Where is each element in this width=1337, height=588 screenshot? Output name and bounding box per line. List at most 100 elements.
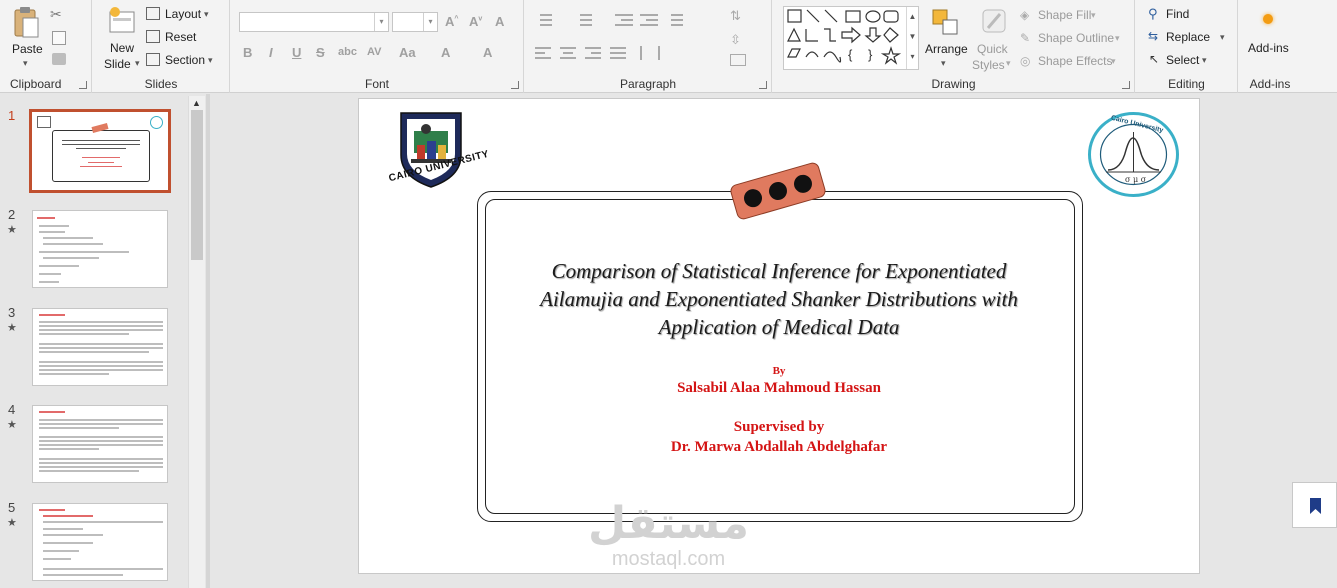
- arrange-button[interactable]: Arrange: [925, 42, 968, 56]
- cut-icon[interactable]: ✂: [50, 6, 62, 23]
- paste-dropdown[interactable]: ▾: [23, 58, 28, 69]
- quick-styles-label-2[interactable]: Styles: [972, 58, 1005, 72]
- underline-button[interactable]: U: [292, 45, 301, 60]
- shape-effects-icon[interactable]: ◎: [1020, 54, 1030, 68]
- thumb-line: [39, 419, 163, 421]
- section-icon[interactable]: [146, 53, 160, 66]
- layout-button[interactable]: Layout: [165, 7, 201, 21]
- new-slide-label-2[interactable]: Slide: [104, 57, 131, 71]
- replace-dropdown[interactable]: ▾: [1220, 32, 1225, 43]
- shapes-scroll[interactable]: ▲ ▼ ▾: [906, 7, 918, 69]
- increase-font-icon[interactable]: A^: [445, 14, 458, 29]
- by-label[interactable]: By: [499, 365, 1059, 377]
- align-right-icon[interactable]: [585, 46, 601, 60]
- thumb-line: [39, 509, 65, 511]
- quick-styles-label-1[interactable]: Quick: [977, 42, 1008, 56]
- decrease-font-icon[interactable]: Av: [469, 14, 482, 29]
- new-slide-label-1[interactable]: New: [110, 41, 134, 55]
- scroll-up-arrow-icon[interactable]: ▲: [192, 98, 201, 108]
- replace-icon[interactable]: ⇆: [1148, 29, 1158, 43]
- highlight-button[interactable]: A: [441, 45, 450, 60]
- clipboard-launcher[interactable]: [79, 81, 87, 89]
- find-button[interactable]: Find: [1166, 7, 1189, 21]
- italic-button[interactable]: I: [269, 45, 273, 60]
- shape-outline-button[interactable]: Shape Outline: [1038, 31, 1114, 45]
- smartart-icon[interactable]: [730, 54, 746, 66]
- shape-fill-button[interactable]: Shape Fill: [1038, 8, 1091, 22]
- drawing-label: Drawing: [931, 77, 976, 91]
- select-button[interactable]: Select: [1166, 53, 1199, 67]
- slide-title[interactable]: Comparison of Statistical Inference for …: [499, 257, 1059, 341]
- supervisor-name[interactable]: Dr. Marwa Abdallah Abdelghafar: [499, 439, 1059, 456]
- thumbnail-slide-5[interactable]: [32, 503, 168, 581]
- align-text-icon[interactable]: ⇳: [730, 32, 741, 48]
- shape-outline-icon[interactable]: ✎: [1020, 31, 1030, 45]
- bullets-icon[interactable]: [535, 12, 553, 28]
- char-spacing-button[interactable]: AV: [367, 46, 381, 58]
- text-direction-icon[interactable]: ⇅: [730, 8, 741, 24]
- shape-effects-dropdown[interactable]: ▾: [1111, 56, 1116, 67]
- clear-format-icon[interactable]: A: [495, 14, 504, 29]
- thumb-line: [39, 343, 163, 345]
- addins-icon[interactable]: [1263, 14, 1273, 24]
- strikethrough-button[interactable]: S: [316, 45, 325, 60]
- shapes-gallery[interactable]: {} ▲ ▼ ▾: [783, 6, 919, 70]
- decrease-indent-icon[interactable]: [615, 12, 633, 28]
- shapes-gallery-icons: {}: [787, 9, 902, 65]
- new-slide-dropdown[interactable]: ▾: [135, 58, 140, 69]
- thumbnail-scrollbar[interactable]: ▲: [188, 96, 205, 588]
- section-dropdown[interactable]: ▾: [208, 55, 213, 66]
- thumb-line: [43, 243, 103, 245]
- justify-icon[interactable]: [610, 46, 626, 60]
- arrange-icon[interactable]: [931, 8, 961, 38]
- reset-icon[interactable]: [146, 30, 160, 43]
- find-icon[interactable]: ⚲: [1148, 6, 1158, 22]
- quick-styles-dropdown[interactable]: ▾: [1006, 58, 1011, 69]
- font-family-combo[interactable]: ▾: [239, 12, 389, 32]
- thumbnail-slide-3[interactable]: [32, 308, 168, 386]
- format-painter-icon[interactable]: [52, 53, 66, 65]
- font-launcher[interactable]: [511, 81, 519, 89]
- section-button[interactable]: Section: [165, 53, 205, 67]
- shape-outline-dropdown[interactable]: ▾: [1115, 33, 1120, 44]
- align-left-icon[interactable]: [535, 46, 551, 60]
- layout-dropdown[interactable]: ▾: [204, 9, 209, 20]
- columns-icon[interactable]: [640, 46, 660, 60]
- font-color-button[interactable]: A: [483, 45, 492, 60]
- copy-icon[interactable]: [52, 31, 66, 45]
- thumbnail-slide-2[interactable]: [32, 210, 168, 288]
- drawing-launcher[interactable]: [1122, 81, 1130, 89]
- author-name[interactable]: Salsabil Alaa Mahmoud Hassan: [499, 380, 1059, 397]
- addins-button[interactable]: Add-ins: [1248, 41, 1289, 55]
- reset-button[interactable]: Reset: [165, 30, 196, 44]
- shape-fill-icon[interactable]: ◈: [1020, 8, 1029, 22]
- new-slide-icon[interactable]: [107, 6, 137, 36]
- paste-icon[interactable]: [12, 6, 40, 40]
- increase-indent-icon[interactable]: [640, 12, 658, 28]
- numbering-icon[interactable]: [575, 12, 593, 28]
- layout-icon[interactable]: [146, 7, 160, 20]
- arrange-dropdown[interactable]: ▾: [941, 58, 946, 69]
- change-case-button[interactable]: Aa: [399, 45, 416, 60]
- thumbnail-slide-1[interactable]: [29, 109, 171, 193]
- shape-fill-dropdown[interactable]: ▾: [1091, 10, 1096, 21]
- shadow-button[interactable]: abc: [338, 46, 357, 58]
- shape-effects-button[interactable]: Shape Effects: [1038, 54, 1113, 68]
- align-center-icon[interactable]: [560, 46, 576, 60]
- replace-button[interactable]: Replace: [1166, 30, 1210, 44]
- paragraph-launcher[interactable]: [759, 81, 767, 89]
- paste-button[interactable]: Paste: [12, 42, 43, 56]
- thumbnail-slide-4[interactable]: [32, 405, 168, 483]
- scrollbar-thumb[interactable]: [191, 110, 203, 260]
- supervised-by-label[interactable]: Supervised by: [499, 419, 1059, 436]
- select-dropdown[interactable]: ▾: [1202, 55, 1207, 66]
- thumb-line: [37, 217, 55, 219]
- select-icon[interactable]: ↖: [1149, 52, 1159, 66]
- quick-styles-icon[interactable]: [980, 8, 1008, 38]
- line-spacing-icon[interactable]: [665, 12, 683, 28]
- svg-text:}: }: [868, 47, 873, 62]
- font-size-combo[interactable]: ▾: [392, 12, 438, 32]
- bookmark-button[interactable]: [1292, 482, 1337, 528]
- current-slide[interactable]: CAIRO UNIVERSITY σ μ σ Cairo University …: [358, 98, 1200, 574]
- bold-button[interactable]: B: [243, 45, 252, 60]
